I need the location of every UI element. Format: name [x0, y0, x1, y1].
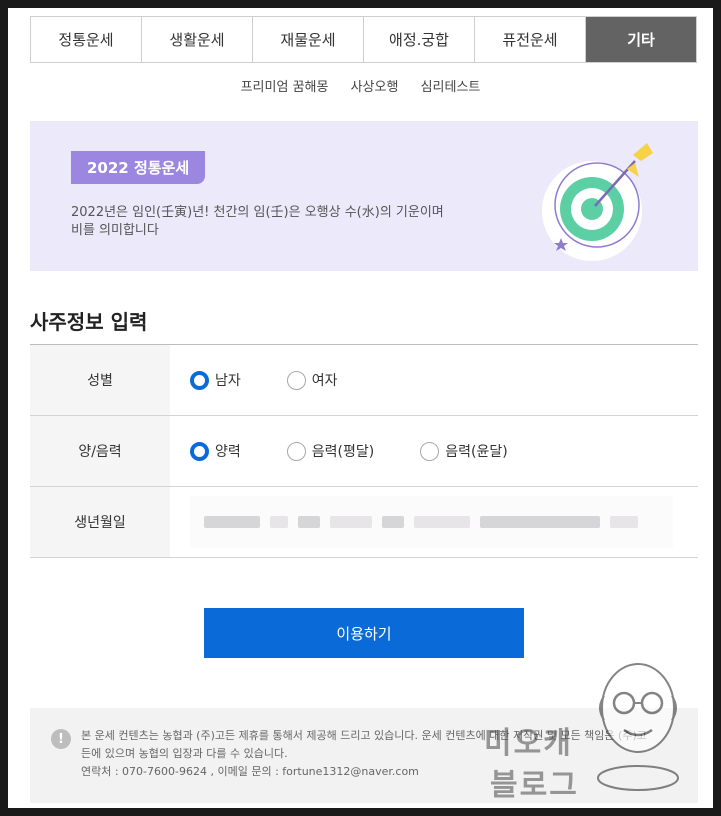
radio-lunar-normal-indicator[interactable]: [286, 441, 306, 461]
subnav-sasang[interactable]: 사상오행: [351, 80, 399, 95]
birth-day-blur[interactable]: [382, 516, 404, 528]
birth-day-arrow-blur: [414, 516, 470, 528]
radio-female-indicator[interactable]: [286, 370, 306, 390]
submit-button[interactable]: 이용하기: [204, 608, 524, 658]
tab-saenghwal[interactable]: 생활운세: [142, 17, 253, 62]
info-icon: !: [51, 729, 71, 749]
sub-navigation: 프리미엄 꿈해몽 사상오행 심리테스트: [8, 76, 713, 95]
birth-month-arrow-blur: [330, 516, 372, 528]
category-tabs: 정통운세 생활운세 재물운세 애정.궁합 퓨전운세 기타: [30, 16, 697, 63]
radio-male-label: 남자: [215, 373, 241, 389]
calendar-options: 양력 음력(평달) 음력(윤달): [170, 416, 698, 486]
radio-solar-indicator[interactable]: [190, 441, 209, 461]
gender-label: 성별: [30, 345, 170, 415]
fortune-banner: 2022 정통운세 2022년은 임인(壬寅)년! 천간의 임(壬)은 오행상 …: [30, 121, 698, 271]
birth-label: 생년월일: [30, 487, 170, 557]
watermark-line2: 블로그: [490, 768, 579, 803]
radio-lunar-normal-label: 음력(평달): [311, 444, 375, 460]
tab-jeongtong[interactable]: 정통운세: [31, 17, 142, 62]
tab-fusion[interactable]: 퓨전운세: [475, 17, 586, 62]
birth-row: 생년월일: [30, 487, 698, 558]
radio-solar-label: 양력: [215, 444, 241, 460]
watermark-line1: 미오캐: [484, 726, 573, 761]
subnav-psych[interactable]: 심리테스트: [421, 80, 481, 95]
radio-male[interactable]: 남자: [190, 370, 241, 390]
banner-desc-line2: 비를 의미합니다: [71, 223, 159, 238]
radio-lunar-leap[interactable]: 음력(윤달): [420, 441, 508, 461]
gender-options: 남자 여자: [170, 345, 698, 415]
birth-time-blur[interactable]: [480, 516, 600, 528]
subnav-dream[interactable]: 프리미엄 꿈해몽: [241, 80, 329, 95]
radio-male-indicator[interactable]: [190, 370, 209, 390]
section-title: 사주정보 입력: [30, 310, 148, 334]
tab-aejeong[interactable]: 애정.궁합: [364, 17, 475, 62]
saju-form: 성별 남자 여자 양/음력 양력 음력(평달) 음력(윤달) 생년월일: [30, 344, 698, 558]
radio-female-label: 여자: [311, 373, 338, 389]
calendar-label: 양/음력: [30, 416, 170, 486]
banner-desc-line1: 2022년은 임인(壬寅)년! 천간의 임(壬)은 오행상 수(水)의 기운이며: [71, 205, 444, 220]
banner-badge: 2022 정통운세: [71, 151, 206, 184]
tab-jaemul[interactable]: 재물운세: [253, 17, 364, 62]
birth-month-blur[interactable]: [298, 516, 320, 528]
banner-description: 2022년은 임인(壬寅)년! 천간의 임(壬)은 오행상 수(水)의 기운이며…: [71, 204, 491, 240]
radio-lunar-leap-label: 음력(윤달): [445, 444, 508, 460]
tab-etc[interactable]: 기타: [586, 17, 696, 62]
page-frame: 정통운세 생활운세 재물운세 애정.궁합 퓨전운세 기타 프리미엄 꿈해몽 사상…: [8, 8, 713, 808]
birth-body: [170, 487, 698, 557]
radio-solar[interactable]: 양력: [190, 441, 241, 461]
gender-row: 성별 남자 여자: [30, 345, 698, 416]
birth-time-arrow-blur: [610, 516, 638, 528]
birth-year-arrow-blur: [270, 516, 288, 528]
blog-watermark: 미오캐 블로그: [478, 648, 703, 808]
radio-lunar-leap-indicator[interactable]: [420, 441, 440, 461]
target-icon: [542, 143, 653, 261]
radio-female[interactable]: 여자: [286, 370, 338, 390]
birth-date-select[interactable]: [190, 496, 673, 548]
birth-year-blur[interactable]: [204, 516, 260, 528]
radio-lunar-normal[interactable]: 음력(평달): [286, 441, 375, 461]
calendar-row: 양/음력 양력 음력(평달) 음력(윤달): [30, 416, 698, 487]
character-face-icon: [597, 663, 679, 791]
